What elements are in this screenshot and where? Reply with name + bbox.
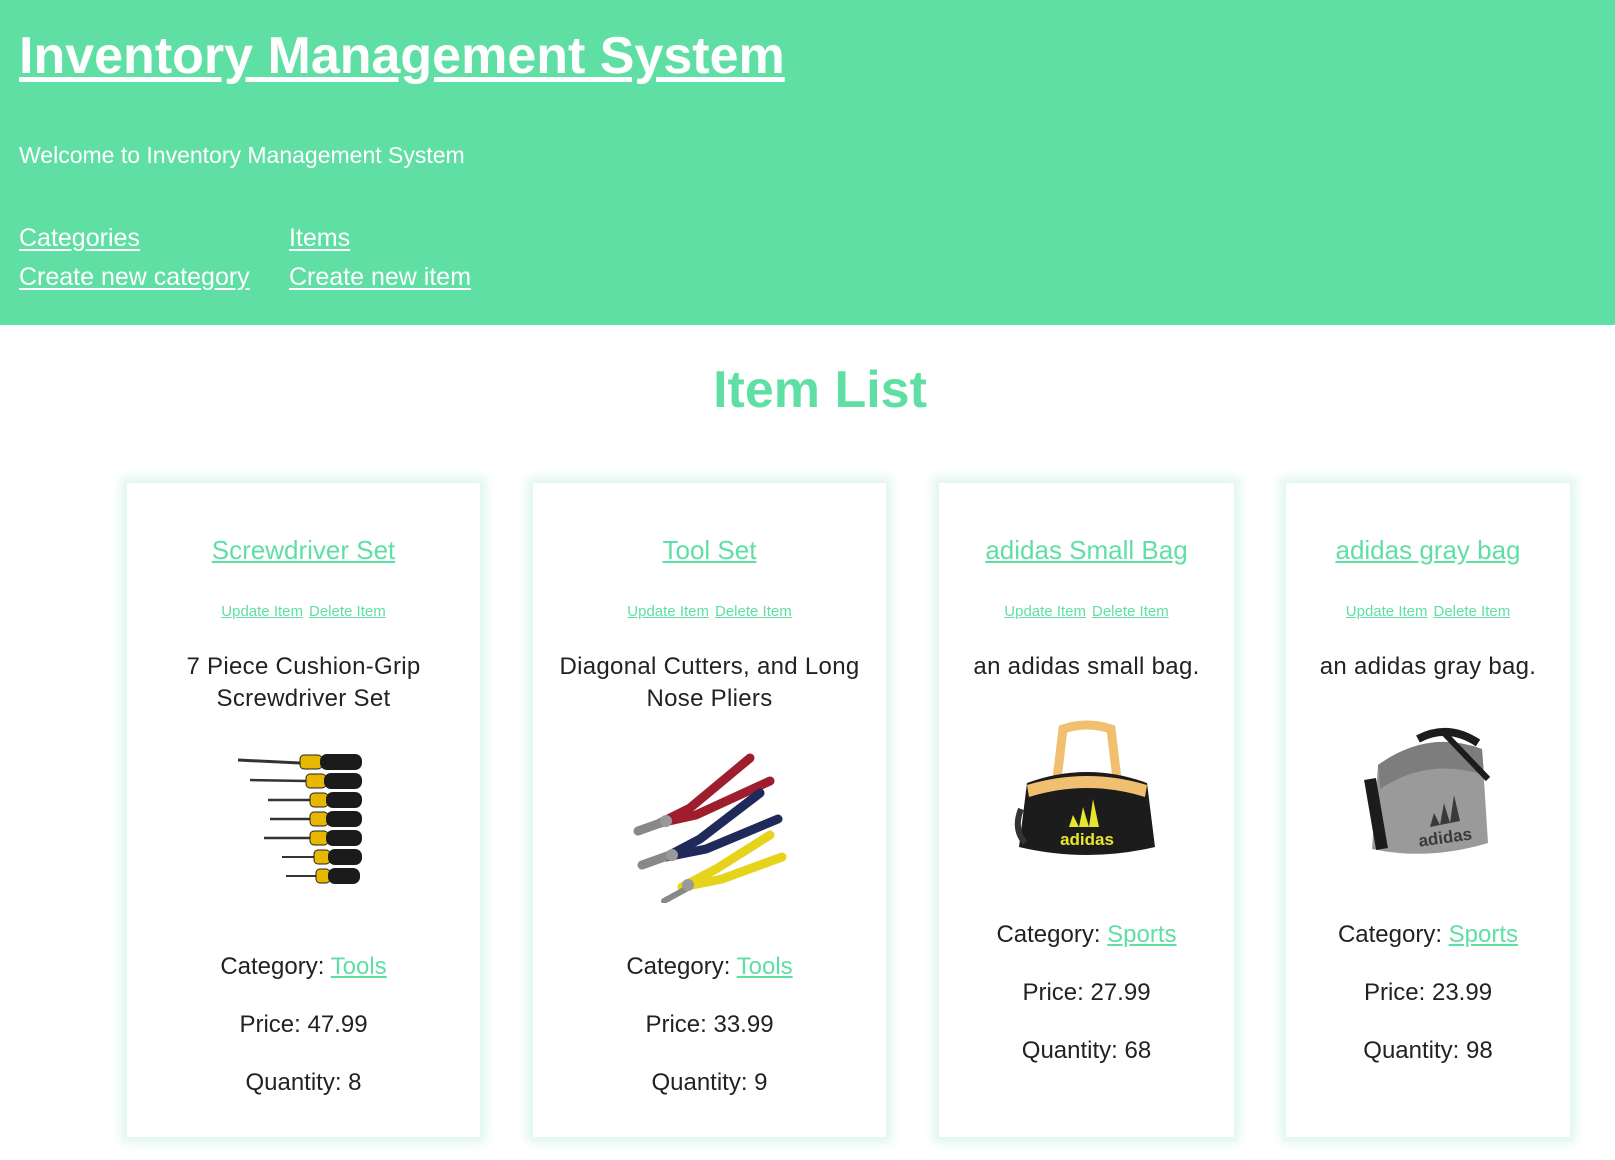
item-quantity: Quantity: 98 (1286, 1037, 1570, 1065)
category-label: Category: (996, 921, 1101, 948)
item-category: Category: Sports (939, 921, 1234, 949)
update-item-link[interactable]: Update Item (221, 603, 303, 620)
pliers-set-image (633, 753, 786, 903)
item-category: Category: Tools (127, 953, 480, 981)
price-label: Price: (645, 1011, 707, 1038)
category-link[interactable]: Sports (1107, 921, 1176, 948)
item-category: Category: Sports (1286, 921, 1570, 949)
category-label: Category: (626, 953, 731, 980)
item-price: Price: 47.99 (127, 1011, 480, 1039)
item-actions: Update Item Delete Item (533, 603, 886, 620)
item-image (533, 753, 886, 903)
black-adidas-bag-image: adidas (1014, 720, 1155, 855)
nav-items-link[interactable]: Items (289, 224, 350, 253)
screwdriver-set-image (237, 754, 362, 884)
price-value: 27.99 (1090, 979, 1151, 1006)
update-item-link[interactable]: Update Item (1346, 603, 1428, 620)
delete-item-link[interactable]: Delete Item (1434, 603, 1511, 620)
item-name-link[interactable]: adidas gray bag (1286, 535, 1570, 566)
item-price: Price: 33.99 (533, 1011, 886, 1039)
price-label: Price: (1363, 979, 1426, 1006)
item-quantity: Quantity: 68 (939, 1037, 1234, 1065)
item-card: Screwdriver Set Update Item Delete Item 7… (127, 483, 480, 1137)
quantity-label: Quantity: (1363, 1037, 1460, 1064)
item-image (127, 745, 480, 895)
quantity-label: Quantity: (1021, 1037, 1118, 1064)
site-header: Inventory Management System Welcome to I… (0, 0, 1615, 325)
nav-categories-link[interactable]: Categories (19, 224, 140, 253)
update-item-link[interactable]: Update Item (627, 603, 709, 620)
item-description: an adidas gray bag. (1319, 653, 1537, 680)
item-actions: Update Item Delete Item (1286, 603, 1570, 620)
item-image: adidas (1286, 719, 1570, 869)
quantity-value: 9 (754, 1069, 768, 1096)
quantity-value: 8 (348, 1069, 362, 1096)
item-card: Tool Set Update Item Delete Item Diagonal… (533, 483, 886, 1137)
item-description: 7 Piece Cushion-Grip Screwdriver Set (186, 653, 421, 712)
quantity-value: 68 (1124, 1037, 1152, 1064)
gray-adidas-bag-image: adidas (1364, 727, 1491, 854)
price-label: Price: (239, 1011, 301, 1038)
delete-item-link[interactable]: Delete Item (1092, 603, 1169, 620)
item-image: adidas (939, 719, 1234, 869)
page-title: Item List (713, 361, 927, 419)
item-description: Diagonal Cutters, and Long Nose Pliers (559, 653, 860, 712)
item-price: Price: 27.99 (939, 979, 1234, 1007)
delete-item-link[interactable]: Delete Item (309, 603, 386, 620)
item-category: Category: Tools (533, 953, 886, 981)
category-label: Category: (220, 953, 325, 980)
quantity-label: Quantity: (651, 1069, 748, 1096)
item-actions: Update Item Delete Item (127, 603, 480, 620)
update-item-link[interactable]: Update Item (1004, 603, 1086, 620)
item-card: adidas gray bag Update Item Delete Item a… (1286, 483, 1570, 1137)
delete-item-link[interactable]: Delete Item (715, 603, 792, 620)
quantity-label: Quantity: (245, 1069, 342, 1096)
item-actions: Update Item Delete Item (939, 603, 1234, 620)
category-link[interactable]: Tools (331, 953, 387, 980)
bag-logo-text: adidas (1060, 830, 1114, 849)
category-link[interactable]: Sports (1449, 921, 1518, 948)
item-name-link[interactable]: Tool Set (533, 535, 886, 566)
nav-create-item-link[interactable]: Create new item (289, 263, 471, 292)
item-price: Price: 23.99 (1286, 979, 1570, 1007)
welcome-text: Welcome to Inventory Management System (19, 142, 465, 168)
site-title-link[interactable]: Inventory Management System (19, 26, 785, 86)
item-description: an adidas small bag. (973, 653, 1200, 680)
item-quantity: Quantity: 9 (533, 1069, 886, 1097)
item-name-link[interactable]: Screwdriver Set (127, 535, 480, 566)
category-link[interactable]: Tools (737, 953, 793, 980)
price-value: 47.99 (307, 1011, 368, 1038)
nav-create-category-link[interactable]: Create new category (19, 263, 250, 292)
item-name-link[interactable]: adidas Small Bag (939, 535, 1234, 566)
price-label: Price: (1022, 979, 1084, 1006)
item-quantity: Quantity: 8 (127, 1069, 480, 1097)
price-value: 23.99 (1431, 979, 1493, 1006)
category-label: Category: (1337, 921, 1442, 948)
item-card: adidas Small Bag Update Item Delete Item … (939, 483, 1234, 1137)
quantity-value: 98 (1466, 1037, 1493, 1064)
price-value: 33.99 (713, 1011, 774, 1038)
